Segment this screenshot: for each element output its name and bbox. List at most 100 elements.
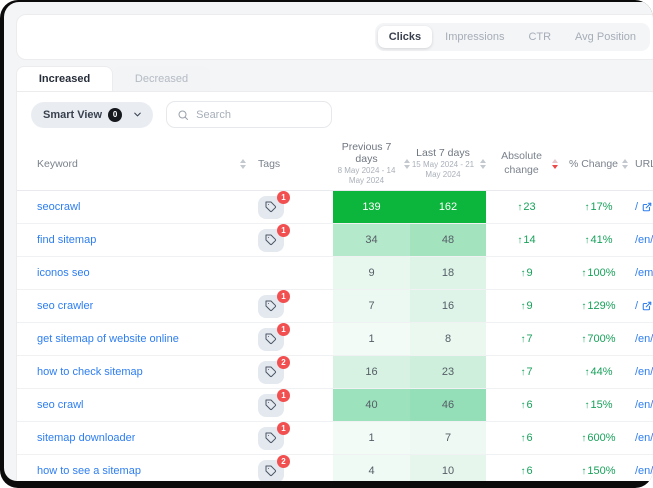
keyword-cell: seo crawl bbox=[17, 389, 254, 421]
tag-chip[interactable]: 1 bbox=[258, 427, 284, 450]
sort-icon[interactable] bbox=[622, 159, 628, 169]
metric-tab-clicks[interactable]: Clicks bbox=[378, 26, 432, 48]
tab-increased[interactable]: Increased bbox=[16, 66, 113, 91]
external-link-icon[interactable] bbox=[642, 202, 652, 212]
keyword-cell: sitemap downloader bbox=[17, 422, 254, 454]
percent-change-cell: ↑700% bbox=[567, 323, 630, 355]
url-cell: /em bbox=[630, 257, 653, 289]
external-link-icon[interactable] bbox=[642, 301, 652, 311]
metric-tab-ctr[interactable]: CTR bbox=[517, 26, 562, 48]
smart-view-dropdown[interactable]: Smart View 0 bbox=[31, 102, 153, 128]
tag-chip[interactable]: 1 bbox=[258, 196, 284, 219]
up-arrow-icon: ↑ bbox=[584, 235, 589, 246]
url-link[interactable]: / bbox=[635, 201, 638, 213]
url-link[interactable]: /en/ bbox=[635, 432, 653, 444]
previous-7-days-cell: 16 bbox=[333, 356, 410, 388]
absolute-change-value: 14 bbox=[523, 234, 535, 246]
tag-chip[interactable]: 1 bbox=[258, 295, 284, 318]
url-link[interactable]: /en/ bbox=[635, 399, 653, 411]
up-arrow-icon: ↑ bbox=[520, 301, 525, 312]
keyword-cell: iconos seo bbox=[17, 257, 254, 289]
absolute-change-value: 9 bbox=[526, 300, 532, 312]
percent-change-value: 150% bbox=[587, 465, 615, 477]
absolute-change-value: 7 bbox=[526, 333, 532, 345]
keyword-link[interactable]: iconos seo bbox=[37, 267, 90, 279]
keyword-cell: seocrawl bbox=[17, 191, 254, 223]
keyword-link[interactable]: how to see a sitemap bbox=[37, 465, 141, 477]
tag-chip[interactable]: 2 bbox=[258, 361, 284, 384]
tag-count-badge: 1 bbox=[277, 422, 290, 435]
url-cell: /en/ bbox=[630, 323, 653, 355]
url-link[interactable]: /en/ bbox=[635, 465, 653, 477]
percent-change-value: 600% bbox=[587, 432, 615, 444]
column-header-keyword[interactable]: Keyword bbox=[17, 137, 254, 190]
column-header-last-7-days[interactable]: Last 7 days 15 May 2024 - 21 May 2024 bbox=[410, 137, 486, 190]
column-header-url[interactable]: URL bbox=[630, 137, 653, 190]
keyword-link[interactable]: find sitemap bbox=[37, 234, 96, 246]
url-link[interactable]: / bbox=[635, 300, 638, 312]
absolute-change-value: 6 bbox=[526, 432, 532, 444]
sort-icon[interactable] bbox=[240, 159, 246, 169]
up-arrow-icon: ↑ bbox=[581, 334, 586, 345]
last-7-days-cell: 16 bbox=[410, 290, 486, 322]
percent-change-cell: ↑600% bbox=[567, 422, 630, 454]
up-arrow-icon: ↑ bbox=[584, 367, 589, 378]
tag-count-badge: 1 bbox=[277, 290, 290, 303]
keyword-link[interactable]: sitemap downloader bbox=[37, 432, 135, 444]
metric-switcher: ClicksImpressionsCTRAvg Position bbox=[375, 23, 650, 51]
percent-change-cell: ↑150% bbox=[567, 455, 630, 481]
url-link[interactable]: /en/ bbox=[635, 366, 653, 378]
table-row: sitemap downloader117↑6↑600%/en/ bbox=[17, 422, 653, 455]
keyword-link[interactable]: seo crawl bbox=[37, 399, 83, 411]
column-dates: 15 May 2024 - 21 May 2024 bbox=[410, 160, 476, 180]
metric-tab-impressions[interactable]: Impressions bbox=[434, 26, 515, 48]
url-link[interactable]: /em bbox=[635, 267, 653, 279]
last-7-days-cell: 48 bbox=[410, 224, 486, 256]
percent-change-cell: ↑41% bbox=[567, 224, 630, 256]
table-row: seocrawl1139162↑23↑17%/ bbox=[17, 191, 653, 224]
top-toolbar: ClicksImpressionsCTRAvg Position bbox=[16, 14, 653, 60]
tag-chip[interactable]: 1 bbox=[258, 328, 284, 351]
metric-tab-avg-position[interactable]: Avg Position bbox=[564, 26, 647, 48]
column-header-absolute-change[interactable]: Absolute change bbox=[486, 137, 567, 190]
absolute-change-value: 6 bbox=[526, 399, 532, 411]
absolute-change-cell: ↑9 bbox=[486, 290, 567, 322]
keyword-cell: how to see a sitemap bbox=[17, 455, 254, 481]
tag-count-badge: 2 bbox=[277, 455, 290, 468]
tags-cell: 1 bbox=[254, 389, 333, 421]
previous-7-days-cell: 9 bbox=[333, 257, 410, 289]
column-header-previous-7-days[interactable]: Previous 7 days 8 May 2024 - 14 May 2024 bbox=[333, 137, 410, 190]
search-input[interactable] bbox=[196, 109, 321, 121]
smart-view-count-badge: 0 bbox=[108, 108, 122, 122]
column-label: % Change bbox=[569, 158, 618, 170]
last-7-days-cell: 46 bbox=[410, 389, 486, 421]
percent-change-cell: ↑17% bbox=[567, 191, 630, 223]
column-label: Keyword bbox=[37, 158, 78, 170]
sort-icon-active-desc[interactable] bbox=[552, 159, 558, 169]
last-7-days-cell: 162 bbox=[410, 191, 486, 223]
tag-chip[interactable]: 1 bbox=[258, 229, 284, 252]
smart-view-label: Smart View bbox=[43, 109, 102, 121]
tags-cell: 2 bbox=[254, 356, 333, 388]
tab-decreased[interactable]: Decreased bbox=[113, 66, 210, 91]
keywords-card: Smart View 0 Keyword bbox=[16, 91, 653, 481]
tag-chip[interactable]: 1 bbox=[258, 394, 284, 417]
url-cell: /en/ bbox=[630, 356, 653, 388]
url-link[interactable]: /en/ bbox=[635, 234, 653, 246]
tags-cell: 1 bbox=[254, 290, 333, 322]
keyword-link[interactable]: seo crawler bbox=[37, 300, 93, 312]
tag-icon bbox=[265, 201, 277, 213]
last-7-days-cell: 18 bbox=[410, 257, 486, 289]
up-arrow-icon: ↑ bbox=[520, 367, 525, 378]
percent-change-cell: ↑15% bbox=[567, 389, 630, 421]
keyword-link[interactable]: how to check sitemap bbox=[37, 366, 143, 378]
tag-count-badge: 1 bbox=[277, 224, 290, 237]
absolute-change-cell: ↑7 bbox=[486, 323, 567, 355]
column-header-percent-change[interactable]: % Change bbox=[567, 137, 630, 190]
tag-chip[interactable]: 2 bbox=[258, 460, 284, 482]
keyword-cell: get sitemap of website online bbox=[17, 323, 254, 355]
keyword-link[interactable]: seocrawl bbox=[37, 201, 80, 213]
url-link[interactable]: /en/ bbox=[635, 333, 653, 345]
previous-7-days-cell: 4 bbox=[333, 455, 410, 481]
keyword-link[interactable]: get sitemap of website online bbox=[37, 333, 179, 345]
